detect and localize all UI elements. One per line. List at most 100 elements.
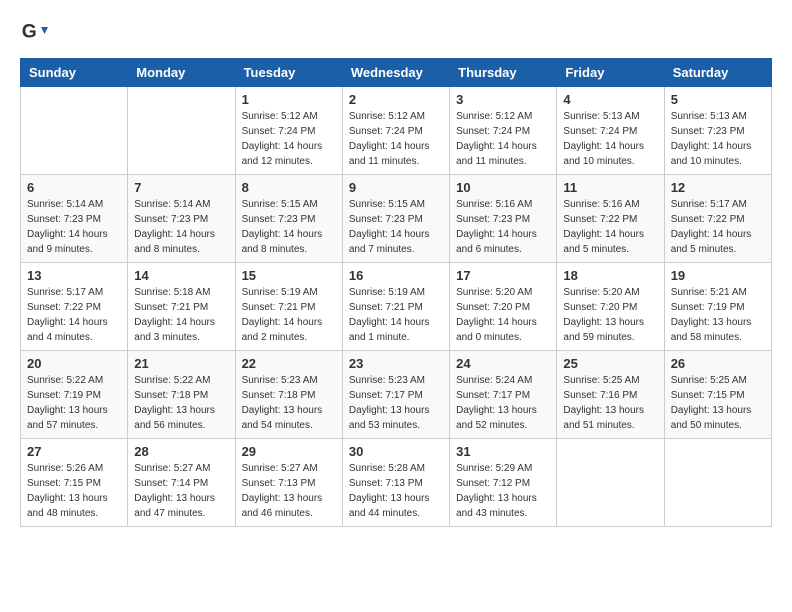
day-number: 23 [349, 356, 443, 371]
day-info: Sunrise: 5:12 AM Sunset: 7:24 PM Dayligh… [349, 109, 443, 169]
day-number: 8 [242, 180, 336, 195]
weekday-header-saturday: Saturday [664, 59, 771, 87]
day-number: 9 [349, 180, 443, 195]
calendar-cell: 27 Sunrise: 5:26 AM Sunset: 7:15 PM Dayli… [21, 439, 128, 527]
week-row-4: 27 Sunrise: 5:26 AM Sunset: 7:15 PM Dayli… [21, 439, 772, 527]
weekday-header-thursday: Thursday [450, 59, 557, 87]
calendar-cell: 17Sunrise: 5:20 AM Sunset: 7:20 PM Dayli… [450, 263, 557, 351]
day-info: Sunrise: 5:22 AM Sunset: 7:19 PM Dayligh… [27, 373, 121, 433]
day-number: 12 [671, 180, 765, 195]
calendar-cell [664, 439, 771, 527]
calendar-cell: 31 Sunrise: 5:29 AM Sunset: 7:12 PM Dayli… [450, 439, 557, 527]
day-number: 24 [456, 356, 550, 371]
calendar-cell: 11 Sunrise: 5:16 AM Sunset: 7:22 PM Dayli… [557, 175, 664, 263]
day-info: Sunrise: 5:16 AM Sunset: 7:22 PM Dayligh… [563, 197, 657, 257]
day-number: 19 [671, 268, 765, 283]
day-number: 2 [349, 92, 443, 107]
day-info: Sunrise: 5:26 AM Sunset: 7:15 PM Dayligh… [27, 461, 121, 521]
day-number: 18 [563, 268, 657, 283]
calendar-cell: 6 Sunrise: 5:14 AM Sunset: 7:23 PM Daylig… [21, 175, 128, 263]
day-info: Sunrise: 5:13 AM Sunset: 7:24 PM Dayligh… [563, 109, 657, 169]
calendar-cell: 29Sunrise: 5:27 AM Sunset: 7:13 PM Dayli… [235, 439, 342, 527]
day-number: 21 [134, 356, 228, 371]
day-number: 26 [671, 356, 765, 371]
calendar-cell: 10Sunrise: 5:16 AM Sunset: 7:23 PM Dayli… [450, 175, 557, 263]
calendar-cell: 24 Sunrise: 5:24 AM Sunset: 7:17 PM Dayli… [450, 351, 557, 439]
calendar-cell: 4 Sunrise: 5:13 AM Sunset: 7:24 PM Daylig… [557, 87, 664, 175]
calendar-cell [557, 439, 664, 527]
calendar-cell: 28 Sunrise: 5:27 AM Sunset: 7:14 PM Dayli… [128, 439, 235, 527]
day-number: 27 [27, 444, 121, 459]
calendar-cell: 22Sunrise: 5:23 AM Sunset: 7:18 PM Dayli… [235, 351, 342, 439]
calendar-cell: 16 Sunrise: 5:19 AM Sunset: 7:21 PM Dayli… [342, 263, 449, 351]
day-info: Sunrise: 5:18 AM Sunset: 7:21 PM Dayligh… [134, 285, 228, 345]
calendar-cell: 26 Sunrise: 5:25 AM Sunset: 7:15 PM Dayli… [664, 351, 771, 439]
day-number: 29 [242, 444, 336, 459]
day-info: Sunrise: 5:21 AM Sunset: 7:19 PM Dayligh… [671, 285, 765, 345]
day-number: 6 [27, 180, 121, 195]
calendar-cell: 14 Sunrise: 5:18 AM Sunset: 7:21 PM Dayli… [128, 263, 235, 351]
weekday-header-wednesday: Wednesday [342, 59, 449, 87]
calendar-cell: 7 Sunrise: 5:14 AM Sunset: 7:23 PM Daylig… [128, 175, 235, 263]
day-info: Sunrise: 5:14 AM Sunset: 7:23 PM Dayligh… [27, 197, 121, 257]
weekday-header-tuesday: Tuesday [235, 59, 342, 87]
calendar-cell [128, 87, 235, 175]
calendar-cell: 19 Sunrise: 5:21 AM Sunset: 7:19 PM Dayli… [664, 263, 771, 351]
day-info: Sunrise: 5:19 AM Sunset: 7:21 PM Dayligh… [349, 285, 443, 345]
weekday-header-monday: Monday [128, 59, 235, 87]
day-number: 11 [563, 180, 657, 195]
day-number: 3 [456, 92, 550, 107]
calendar-cell: 25 Sunrise: 5:25 AM Sunset: 7:16 PM Dayli… [557, 351, 664, 439]
day-number: 14 [134, 268, 228, 283]
day-info: Sunrise: 5:20 AM Sunset: 7:20 PM Dayligh… [563, 285, 657, 345]
day-number: 15 [242, 268, 336, 283]
day-info: Sunrise: 5:25 AM Sunset: 7:16 PM Dayligh… [563, 373, 657, 433]
day-info: Sunrise: 5:27 AM Sunset: 7:14 PM Dayligh… [134, 461, 228, 521]
header: G [20, 20, 772, 48]
calendar-cell: 20 Sunrise: 5:22 AM Sunset: 7:19 PM Dayli… [21, 351, 128, 439]
calendar-cell [21, 87, 128, 175]
calendar-cell: 12 Sunrise: 5:17 AM Sunset: 7:22 PM Dayli… [664, 175, 771, 263]
calendar-cell: 18 Sunrise: 5:20 AM Sunset: 7:20 PM Dayli… [557, 263, 664, 351]
day-info: Sunrise: 5:12 AM Sunset: 7:24 PM Dayligh… [242, 109, 336, 169]
day-number: 10 [456, 180, 550, 195]
day-info: Sunrise: 5:20 AM Sunset: 7:20 PM Dayligh… [456, 285, 550, 345]
week-row-0: 1 Sunrise: 5:12 AM Sunset: 7:24 PM Daylig… [21, 87, 772, 175]
day-info: Sunrise: 5:29 AM Sunset: 7:12 PM Dayligh… [456, 461, 550, 521]
week-row-3: 20 Sunrise: 5:22 AM Sunset: 7:19 PM Dayli… [21, 351, 772, 439]
day-number: 1 [242, 92, 336, 107]
day-info: Sunrise: 5:15 AM Sunset: 7:23 PM Dayligh… [242, 197, 336, 257]
day-number: 30 [349, 444, 443, 459]
weekday-header-friday: Friday [557, 59, 664, 87]
day-info: Sunrise: 5:24 AM Sunset: 7:17 PM Dayligh… [456, 373, 550, 433]
calendar-cell: 9 Sunrise: 5:15 AM Sunset: 7:23 PM Daylig… [342, 175, 449, 263]
calendar-cell: 5 Sunrise: 5:13 AM Sunset: 7:23 PM Daylig… [664, 87, 771, 175]
day-info: Sunrise: 5:14 AM Sunset: 7:23 PM Dayligh… [134, 197, 228, 257]
calendar-cell: 3Sunrise: 5:12 AM Sunset: 7:24 PM Daylig… [450, 87, 557, 175]
day-info: Sunrise: 5:19 AM Sunset: 7:21 PM Dayligh… [242, 285, 336, 345]
calendar-cell: 15 Sunrise: 5:19 AM Sunset: 7:21 PM Dayli… [235, 263, 342, 351]
calendar-cell: 21Sunrise: 5:22 AM Sunset: 7:18 PM Dayli… [128, 351, 235, 439]
day-number: 16 [349, 268, 443, 283]
day-info: Sunrise: 5:15 AM Sunset: 7:23 PM Dayligh… [349, 197, 443, 257]
day-number: 25 [563, 356, 657, 371]
day-number: 4 [563, 92, 657, 107]
day-info: Sunrise: 5:13 AM Sunset: 7:23 PM Dayligh… [671, 109, 765, 169]
logo-icon: G [20, 20, 48, 48]
day-number: 31 [456, 444, 550, 459]
svg-text:G: G [22, 22, 37, 43]
weekday-header-row: SundayMondayTuesdayWednesdayThursdayFrid… [21, 59, 772, 87]
day-number: 22 [242, 356, 336, 371]
calendar-cell: 30Sunrise: 5:28 AM Sunset: 7:13 PM Dayli… [342, 439, 449, 527]
day-number: 28 [134, 444, 228, 459]
calendar: SundayMondayTuesdayWednesdayThursdayFrid… [20, 58, 772, 527]
week-row-1: 6 Sunrise: 5:14 AM Sunset: 7:23 PM Daylig… [21, 175, 772, 263]
day-number: 7 [134, 180, 228, 195]
day-info: Sunrise: 5:17 AM Sunset: 7:22 PM Dayligh… [27, 285, 121, 345]
day-info: Sunrise: 5:23 AM Sunset: 7:17 PM Dayligh… [349, 373, 443, 433]
day-number: 20 [27, 356, 121, 371]
calendar-cell: 23 Sunrise: 5:23 AM Sunset: 7:17 PM Dayli… [342, 351, 449, 439]
day-info: Sunrise: 5:25 AM Sunset: 7:15 PM Dayligh… [671, 373, 765, 433]
day-number: 5 [671, 92, 765, 107]
day-info: Sunrise: 5:17 AM Sunset: 7:22 PM Dayligh… [671, 197, 765, 257]
